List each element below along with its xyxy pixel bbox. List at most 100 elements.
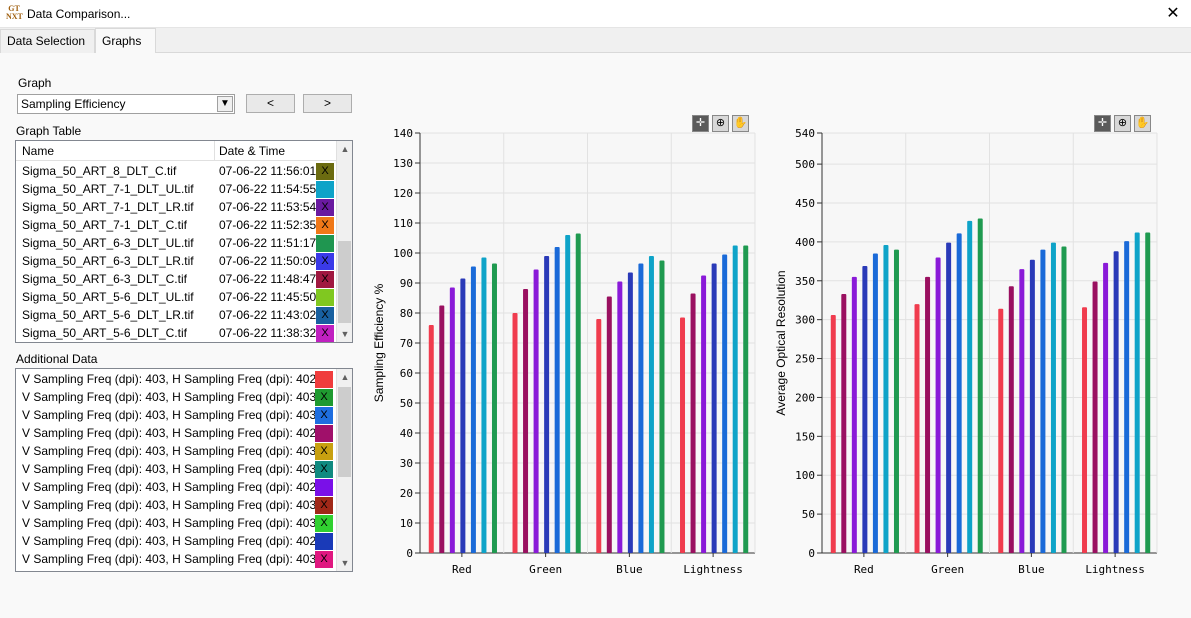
list-item[interactable]: V Sampling Freq (dpi): 403, H Sampling F… — [16, 460, 336, 478]
color-swatch[interactable]: X — [315, 407, 333, 424]
scroll-thumb[interactable] — [338, 387, 351, 477]
scroll-down-icon[interactable]: ▼ — [337, 326, 352, 342]
close-icon[interactable]: ✕ — [1155, 0, 1191, 28]
table-row[interactable]: Sigma_50_ART_7-1_DLT_LR.tif 07-06-22 11:5… — [16, 198, 336, 216]
bar — [914, 304, 920, 553]
date-time: 07-06-22 11:51:17 — [219, 236, 317, 250]
additional-data-text: V Sampling Freq (dpi): 403, H Sampling F… — [22, 426, 317, 440]
scroll-thumb[interactable] — [338, 241, 351, 323]
bar — [1050, 242, 1056, 553]
y-tick-label: 80 — [400, 307, 413, 320]
color-swatch[interactable]: X — [316, 199, 334, 216]
table-row[interactable]: Sigma_50_ART_6-3_DLT_C.tif 07-06-22 11:48… — [16, 270, 336, 288]
file-name: Sigma_50_ART_7-1_DLT_LR.tif — [22, 200, 194, 214]
bar — [722, 254, 728, 553]
graph-table-scrollbar[interactable]: ▲ ▼ — [336, 141, 352, 342]
window-title: Data Comparison... — [27, 7, 131, 21]
date-time: 07-06-22 11:38:32 — [219, 326, 317, 340]
prev-graph-button[interactable]: < — [246, 94, 295, 113]
y-tick-label: 540 — [795, 127, 815, 140]
table-row[interactable]: Sigma_50_ART_8_DLT_C.tif 07-06-22 11:56:0… — [16, 162, 336, 180]
y-tick-label: 10 — [400, 517, 413, 530]
list-item[interactable]: V Sampling Freq (dpi): 403, H Sampling F… — [16, 532, 336, 550]
scroll-up-icon[interactable]: ▲ — [337, 141, 352, 157]
table-row[interactable]: Sigma_50_ART_6-3_DLT_LR.tif 07-06-22 11:5… — [16, 252, 336, 270]
bar — [449, 287, 455, 553]
list-item[interactable]: V Sampling Freq (dpi): 403, H Sampling F… — [16, 442, 336, 460]
list-item[interactable]: V Sampling Freq (dpi): 403, H Sampling F… — [16, 388, 336, 406]
column-header-datetime[interactable]: Date & Time — [219, 144, 285, 158]
color-swatch[interactable]: X — [316, 217, 334, 234]
bar — [711, 263, 717, 553]
color-swatch[interactable]: X — [316, 307, 334, 324]
table-row[interactable]: Sigma_50_ART_6-3_DLT_UL.tif 07-06-22 11:5… — [16, 234, 336, 252]
bar — [1103, 262, 1109, 553]
bar — [638, 263, 644, 553]
y-axis-label: Average Optical Resolution — [774, 270, 788, 415]
table-row[interactable]: Sigma_50_ART_7-1_DLT_C.tif 07-06-22 11:52… — [16, 216, 336, 234]
bar — [862, 266, 868, 553]
color-swatch[interactable]: X — [315, 443, 333, 460]
y-tick-label: 120 — [393, 187, 413, 200]
graph-select[interactable]: Sampling Efficiency ▼ — [17, 94, 235, 114]
optical-resolution-chart[interactable]: 0 50 100 150 200 250 300 350 400 450 500 540 Average… — [772, 125, 1162, 585]
next-graph-button[interactable]: > — [303, 94, 352, 113]
y-tick-label: 40 — [400, 427, 413, 440]
y-tick-label: 200 — [795, 391, 815, 404]
bar — [606, 296, 612, 553]
x-tick-label: Red — [854, 563, 874, 576]
bar — [967, 220, 973, 553]
table-row[interactable]: Sigma_50_ART_7-1_DLT_UL.tif 07-06-22 11:5… — [16, 180, 336, 198]
color-swatch[interactable] — [315, 371, 333, 388]
color-swatch[interactable]: X — [316, 163, 334, 180]
bar — [830, 315, 836, 553]
additional-data-text: V Sampling Freq (dpi): 403, H Sampling F… — [22, 444, 317, 458]
color-swatch[interactable]: X — [316, 325, 334, 342]
list-item[interactable]: V Sampling Freq (dpi): 403, H Sampling F… — [16, 424, 336, 442]
y-tick-label: 250 — [795, 353, 815, 366]
bar — [925, 276, 931, 553]
list-item[interactable]: V Sampling Freq (dpi): 403, H Sampling F… — [16, 478, 336, 496]
color-swatch[interactable]: X — [315, 497, 333, 514]
color-swatch[interactable] — [316, 235, 334, 252]
color-swatch[interactable]: X — [316, 253, 334, 270]
column-header-name[interactable]: Name — [22, 144, 54, 158]
color-swatch[interactable] — [316, 181, 334, 198]
color-swatch[interactable] — [315, 533, 333, 550]
color-swatch[interactable]: X — [315, 515, 333, 532]
table-row[interactable]: Sigma_50_ART_5-6_DLT_C.tif 07-06-22 11:38… — [16, 324, 336, 342]
table-row[interactable]: Sigma_50_ART_5-6_DLT_UL.tif 07-06-22 11:4… — [16, 288, 336, 306]
file-name: Sigma_50_ART_8_DLT_C.tif — [22, 164, 177, 178]
table-row[interactable]: Sigma_50_ART_5-6_DLT_LR.tif 07-06-22 11:4… — [16, 306, 336, 324]
y-tick-label: 350 — [795, 275, 815, 288]
list-item[interactable]: V Sampling Freq (dpi): 403, H Sampling F… — [16, 496, 336, 514]
scroll-up-icon[interactable]: ▲ — [337, 369, 352, 385]
list-item[interactable]: V Sampling Freq (dpi): 403, H Sampling F… — [16, 370, 336, 388]
y-tick-label: 300 — [795, 314, 815, 327]
color-swatch[interactable] — [316, 289, 334, 306]
tab-graphs[interactable]: Graphs — [95, 28, 156, 54]
color-swatch[interactable]: X — [315, 551, 333, 568]
color-swatch[interactable] — [315, 425, 333, 442]
color-swatch[interactable]: X — [316, 271, 334, 288]
sampling-efficiency-chart[interactable]: 0 10 20 30 40 50 60 70 80 90 100 110 120 130 140 Sampli… — [370, 125, 760, 585]
tab-data-selection[interactable]: Data Selection — [0, 29, 95, 53]
bar — [883, 245, 889, 553]
y-tick-label: 0 — [406, 547, 413, 560]
date-time: 07-06-22 11:45:50 — [219, 290, 317, 304]
color-swatch[interactable]: X — [315, 461, 333, 478]
bar — [554, 247, 560, 553]
bar — [481, 257, 487, 553]
list-item[interactable]: V Sampling Freq (dpi): 403, H Sampling F… — [16, 514, 336, 532]
color-swatch[interactable] — [315, 479, 333, 496]
additional-data-scrollbar[interactable]: ▲ ▼ — [336, 369, 352, 571]
chevron-down-icon[interactable]: ▼ — [217, 96, 233, 112]
bar — [701, 275, 707, 553]
list-item[interactable]: V Sampling Freq (dpi): 403, H Sampling F… — [16, 550, 336, 568]
color-swatch[interactable]: X — [315, 389, 333, 406]
scroll-down-icon[interactable]: ▼ — [337, 555, 352, 571]
list-item[interactable]: V Sampling Freq (dpi): 403, H Sampling F… — [16, 406, 336, 424]
y-tick-label: 140 — [393, 127, 413, 140]
bar — [935, 257, 941, 553]
bar — [523, 289, 529, 553]
